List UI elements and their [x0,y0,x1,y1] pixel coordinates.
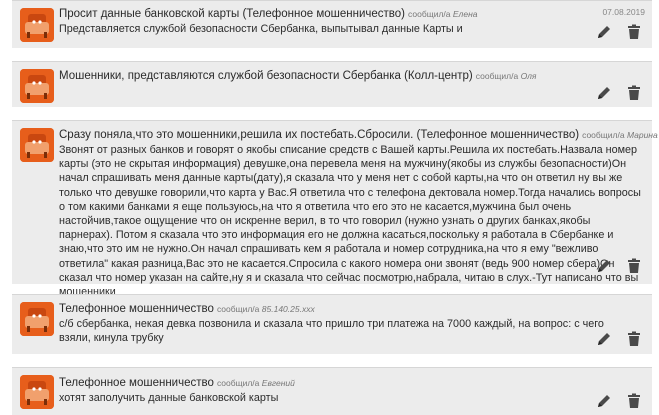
pencil-icon [598,394,610,407]
edit-button[interactable] [596,24,612,40]
pencil-icon [598,86,610,99]
edit-button[interactable] [596,258,612,274]
post-title[interactable]: Просит данные банковской карты (Телефонн… [59,8,405,20]
trash-icon [628,393,640,408]
trash-icon [628,331,640,346]
author-meta: сообщил/а Марина [582,130,658,140]
delete-button[interactable] [626,24,642,40]
avatar [20,8,54,42]
chair-avatar-icon [20,69,54,103]
delete-button[interactable] [626,258,642,274]
chair-avatar-icon [20,128,54,162]
trash-icon [628,258,640,273]
avatar [20,375,54,409]
author-name: Елена [452,9,478,19]
post-card: Просит данные банковской карты (Телефонн… [12,0,652,48]
pencil-icon [598,259,610,272]
post-card: Телефонное мошенничество сообщил/а 85.14… [12,294,652,354]
chair-avatar-icon [20,375,54,409]
post-title[interactable]: Телефонное мошенничество [59,303,214,315]
post-card: Мошенники, представляются службой безопа… [12,61,652,107]
author-name: Евгений [261,378,295,388]
post-title[interactable]: Сразу поняла,что это мошенники,решила их… [59,129,579,141]
edit-button[interactable] [596,331,612,347]
delete-button[interactable] [626,393,642,409]
author-name: 85.140.25.xxx [261,304,315,314]
trash-icon [628,85,640,100]
edit-button[interactable] [596,393,612,409]
pencil-icon [598,332,610,345]
delete-button[interactable] [626,85,642,101]
post-body: с/б сбербанка, некая девка позвонила и с… [59,318,604,345]
avatar [20,69,54,103]
post-title[interactable]: Телефонное мошенничество [59,377,214,389]
post-date: 07.08.2019 [602,7,645,17]
chair-avatar-icon [20,302,54,336]
post-body: Звонят от разных банков и говорят о якоб… [59,144,641,299]
post-title[interactable]: Мошенники, представляются службой безопа… [59,70,473,82]
pencil-icon [598,25,610,38]
delete-button[interactable] [626,331,642,347]
trash-icon [628,24,640,39]
edit-button[interactable] [596,85,612,101]
avatar [20,302,54,336]
author-meta: сообщил/а 85.140.25.xxx [216,304,315,314]
author-meta: сообщил/а Елена [408,9,478,19]
chair-avatar-icon [20,8,54,42]
avatar [20,128,54,162]
post-card: Сразу поняла,что это мошенники,решила их… [12,120,658,298]
author-meta: сообщил/а Евгений [216,378,295,388]
post-card: Телефонное мошенничество сообщил/а Евген… [12,367,652,415]
author-name: Марина [626,130,658,140]
post-body: хотят заполучить данные банковской карты [59,392,279,404]
author-meta: сообщил/а Оля [475,71,537,81]
author-name: Оля [520,71,537,81]
post-body: Представляется службой безопасности Сбер… [59,23,463,35]
